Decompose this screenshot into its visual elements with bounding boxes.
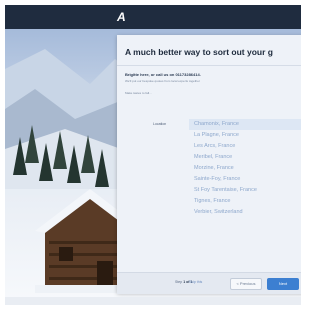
- location-option[interactable]: St Foy Tarentaise, France: [189, 185, 301, 196]
- panel-divider: [117, 65, 301, 66]
- snow-ground: [5, 297, 301, 305]
- intro-text: Brigitte here, or call us on 01173286414…: [125, 72, 201, 77]
- quote-form-panel: A much better way to sort out your g Bri…: [117, 35, 301, 294]
- skip-link[interactable]: Skip this: [189, 280, 202, 284]
- location-option[interactable]: Verbier, Switzerland: [189, 207, 301, 218]
- pine-tree: [67, 145, 81, 183]
- location-option[interactable]: Chamonix, France: [189, 119, 301, 130]
- page-frame: A A much better way to sort out your g B…: [5, 5, 301, 305]
- pine-tree: [25, 125, 39, 163]
- location-option[interactable]: Tignes, France: [189, 196, 301, 207]
- location-option[interactable]: La Plagne, France: [189, 130, 301, 141]
- step-prefix: Step: [175, 280, 183, 284]
- brand-logo[interactable]: A: [117, 9, 163, 24]
- pine-tree: [81, 135, 95, 173]
- location-label: Location: [153, 122, 167, 126]
- next-button[interactable]: Next: [267, 278, 299, 290]
- pine-tree: [39, 143, 53, 181]
- previous-button[interactable]: < Previous: [230, 278, 262, 290]
- location-option[interactable]: Morzine, France: [189, 163, 301, 174]
- location-option[interactable]: Sainte-Foy, France: [189, 174, 301, 185]
- location-option[interactable]: Meribel, France: [189, 152, 301, 163]
- form-footer: Step 1 of 1 Skip this < Previous Next: [117, 272, 301, 294]
- location-options-list: Chamonix, France La Plagne, France Les A…: [189, 119, 301, 218]
- intro-subtext-2: Make tastes to fall...: [125, 91, 152, 95]
- panel-headline: A much better way to sort out your g: [125, 47, 273, 57]
- top-navigation-bar: A: [5, 5, 301, 29]
- brand-logo-icon: A: [117, 10, 126, 24]
- pine-tree: [53, 131, 67, 169]
- location-option[interactable]: Les Arcs, France: [189, 141, 301, 152]
- intro-subtext: We'll put our bespoke quotes from local …: [125, 79, 200, 83]
